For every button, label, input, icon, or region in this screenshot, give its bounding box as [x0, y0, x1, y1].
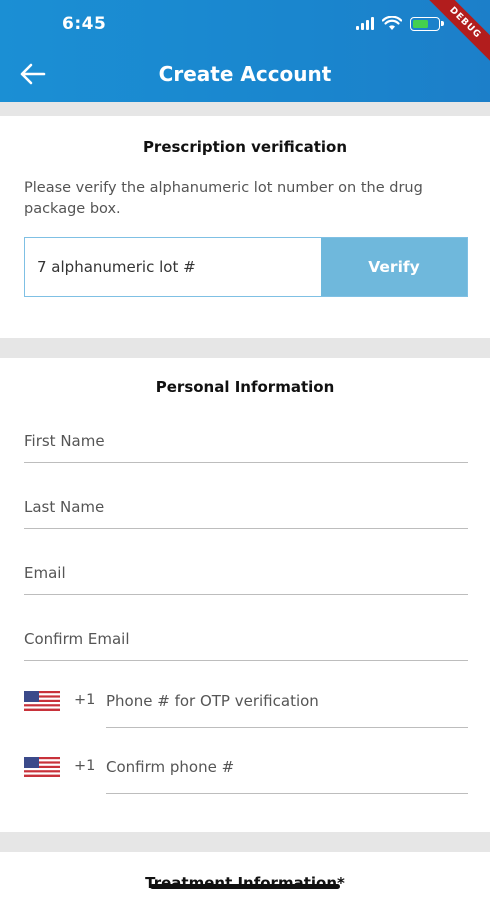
- lot-verification-row: Verify: [24, 237, 468, 297]
- personal-section-title: Personal Information: [155, 378, 335, 396]
- prescription-section-title: Prescription verification: [142, 138, 348, 156]
- battery-icon: [410, 16, 444, 31]
- email-input[interactable]: [24, 553, 468, 593]
- treatment-section-title: Treatment Information*: [145, 874, 345, 892]
- country-code[interactable]: +1: [74, 758, 95, 774]
- email-field[interactable]: [24, 553, 468, 595]
- prescription-description: Please verify the alphanumeric lot numbe…: [24, 180, 423, 217]
- phone-field[interactable]: [106, 686, 468, 728]
- app-bar: 6:45 DEBUG Create Account: [0, 0, 490, 102]
- confirm-phone-input[interactable]: [106, 752, 468, 782]
- verify-button[interactable]: Verify: [321, 238, 467, 296]
- status-bar: 6:45 DEBUG: [0, 0, 490, 69]
- country-code[interactable]: +1: [74, 692, 95, 708]
- confirm-email-input[interactable]: [24, 619, 468, 659]
- us-flag-icon: [24, 757, 60, 777]
- section-divider: [0, 102, 490, 116]
- us-flag-icon: [24, 691, 60, 711]
- nav-bar: Create Account: [0, 50, 490, 98]
- first-name-input[interactable]: [24, 421, 468, 461]
- lot-number-input[interactable]: [25, 238, 321, 296]
- confirm-phone-field[interactable]: [106, 752, 468, 794]
- phone-row: +1: [24, 686, 468, 728]
- confirm-phone-row: +1: [24, 752, 468, 794]
- confirm-email-field[interactable]: [24, 619, 468, 661]
- first-name-field[interactable]: [24, 421, 468, 463]
- last-name-input[interactable]: [24, 487, 468, 527]
- battery-level: [413, 19, 428, 28]
- section-divider: [0, 832, 490, 852]
- signal-icon: [356, 17, 374, 30]
- last-name-field[interactable]: [24, 487, 468, 529]
- status-time: 6:45: [62, 14, 107, 34]
- status-icons: [356, 16, 444, 31]
- home-indicator: [150, 884, 340, 889]
- page-title: Create Account: [158, 62, 332, 86]
- wifi-icon: [382, 16, 402, 30]
- phone-input[interactable]: [106, 686, 468, 716]
- section-divider: [0, 338, 490, 358]
